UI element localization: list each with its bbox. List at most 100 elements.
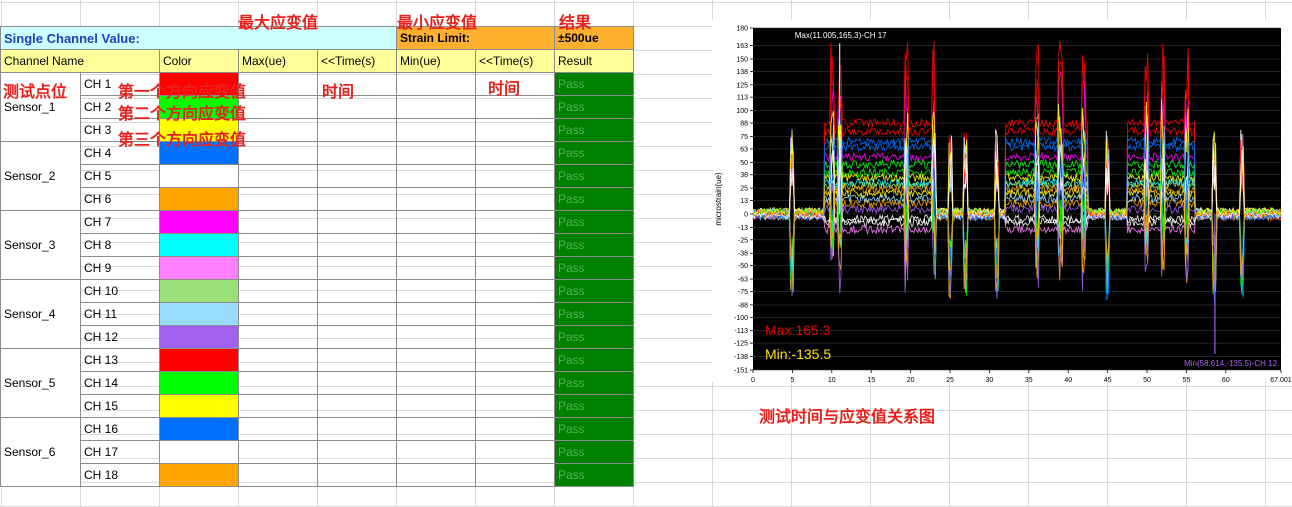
channel-color-swatch[interactable] — [159, 210, 239, 234]
result-cell[interactable]: Pass — [554, 187, 634, 211]
max-time-cell[interactable] — [317, 325, 397, 349]
max-value-cell[interactable] — [238, 325, 318, 349]
min-time-cell[interactable] — [475, 440, 555, 464]
result-cell[interactable]: Pass — [554, 141, 634, 165]
min-time-cell[interactable] — [475, 118, 555, 142]
result-cell[interactable]: Pass — [554, 325, 634, 349]
max-time-cell[interactable] — [317, 394, 397, 418]
max-time-cell[interactable] — [317, 164, 397, 188]
min-time-cell[interactable] — [475, 348, 555, 372]
min-value-cell[interactable] — [396, 394, 476, 418]
max-value-cell[interactable] — [238, 302, 318, 326]
min-value-cell[interactable] — [396, 95, 476, 119]
result-cell[interactable]: Pass — [554, 463, 634, 487]
result-cell[interactable]: Pass — [554, 72, 634, 96]
max-time-cell[interactable] — [317, 210, 397, 234]
result-cell[interactable]: Pass — [554, 210, 634, 234]
result-cell[interactable]: Pass — [554, 394, 634, 418]
min-value-cell[interactable] — [396, 72, 476, 96]
max-time-cell[interactable] — [317, 141, 397, 165]
result-cell[interactable]: Pass — [554, 118, 634, 142]
min-time-cell[interactable] — [475, 256, 555, 280]
max-value-cell[interactable] — [238, 118, 318, 142]
result-cell[interactable]: Pass — [554, 302, 634, 326]
result-cell[interactable]: Pass — [554, 371, 634, 395]
min-time-cell[interactable] — [475, 463, 555, 487]
min-value-cell[interactable] — [396, 463, 476, 487]
min-value-cell[interactable] — [396, 417, 476, 441]
min-value-cell[interactable] — [396, 210, 476, 234]
max-value-cell[interactable] — [238, 141, 318, 165]
min-time-cell[interactable] — [475, 210, 555, 234]
max-time-cell[interactable] — [317, 279, 397, 303]
max-value-cell[interactable] — [238, 256, 318, 280]
max-value-cell[interactable] — [238, 72, 318, 96]
channel-color-swatch[interactable] — [159, 417, 239, 441]
max-time-cell[interactable] — [317, 348, 397, 372]
min-value-cell[interactable] — [396, 118, 476, 142]
min-time-cell[interactable] — [475, 141, 555, 165]
channel-color-swatch[interactable] — [159, 325, 239, 349]
result-cell[interactable]: Pass — [554, 256, 634, 280]
min-value-cell[interactable] — [396, 164, 476, 188]
max-time-cell[interactable] — [317, 233, 397, 257]
channel-color-swatch[interactable] — [159, 279, 239, 303]
max-value-cell[interactable] — [238, 279, 318, 303]
channel-color-swatch[interactable] — [159, 348, 239, 372]
max-value-cell[interactable] — [238, 210, 318, 234]
result-cell[interactable]: Pass — [554, 233, 634, 257]
max-time-cell[interactable] — [317, 118, 397, 142]
max-time-cell[interactable] — [317, 440, 397, 464]
max-time-cell[interactable] — [317, 187, 397, 211]
max-time-cell[interactable] — [317, 256, 397, 280]
max-value-cell[interactable] — [238, 348, 318, 372]
min-value-cell[interactable] — [396, 325, 476, 349]
min-value-cell[interactable] — [396, 279, 476, 303]
max-value-cell[interactable] — [238, 417, 318, 441]
min-time-cell[interactable] — [475, 302, 555, 326]
result-cell[interactable]: Pass — [554, 164, 634, 188]
max-time-cell[interactable] — [317, 302, 397, 326]
max-value-cell[interactable] — [238, 463, 318, 487]
channel-color-swatch[interactable] — [159, 164, 239, 188]
min-time-cell[interactable] — [475, 233, 555, 257]
max-value-cell[interactable] — [238, 394, 318, 418]
result-cell[interactable]: Pass — [554, 440, 634, 464]
min-value-cell[interactable] — [396, 233, 476, 257]
min-time-cell[interactable] — [475, 394, 555, 418]
result-cell[interactable]: Pass — [554, 279, 634, 303]
channel-color-swatch[interactable] — [159, 371, 239, 395]
min-value-cell[interactable] — [396, 348, 476, 372]
max-time-cell[interactable] — [317, 371, 397, 395]
min-value-cell[interactable] — [396, 302, 476, 326]
result-cell[interactable]: Pass — [554, 95, 634, 119]
channel-color-swatch[interactable] — [159, 187, 239, 211]
result-cell[interactable]: Pass — [554, 417, 634, 441]
max-value-cell[interactable] — [238, 95, 318, 119]
min-time-cell[interactable] — [475, 279, 555, 303]
channel-color-swatch[interactable] — [159, 394, 239, 418]
max-value-cell[interactable] — [238, 233, 318, 257]
max-time-cell[interactable] — [317, 463, 397, 487]
min-time-cell[interactable] — [475, 417, 555, 441]
min-value-cell[interactable] — [396, 256, 476, 280]
channel-color-swatch[interactable] — [159, 440, 239, 464]
channel-color-swatch[interactable] — [159, 302, 239, 326]
min-value-cell[interactable] — [396, 440, 476, 464]
min-value-cell[interactable] — [396, 371, 476, 395]
min-value-cell[interactable] — [396, 141, 476, 165]
channel-color-swatch[interactable] — [159, 233, 239, 257]
min-value-cell[interactable] — [396, 187, 476, 211]
max-value-cell[interactable] — [238, 440, 318, 464]
min-time-cell[interactable] — [475, 187, 555, 211]
max-value-cell[interactable] — [238, 164, 318, 188]
max-value-cell[interactable] — [238, 187, 318, 211]
min-time-cell[interactable] — [475, 371, 555, 395]
min-time-cell[interactable] — [475, 164, 555, 188]
result-cell[interactable]: Pass — [554, 348, 634, 372]
max-value-cell[interactable] — [238, 371, 318, 395]
channel-color-swatch[interactable] — [159, 256, 239, 280]
min-time-cell[interactable] — [475, 325, 555, 349]
channel-color-swatch[interactable] — [159, 463, 239, 487]
max-time-cell[interactable] — [317, 417, 397, 441]
